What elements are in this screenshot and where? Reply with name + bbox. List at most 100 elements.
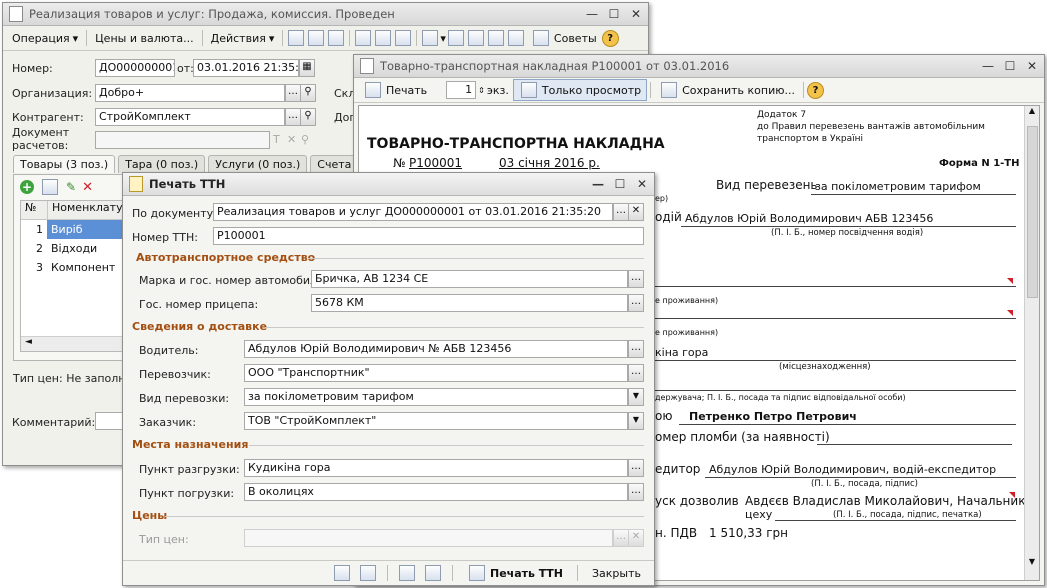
fill-icon[interactable] — [398, 565, 415, 581]
unload-point-label: Пункт разгрузки: — [139, 463, 240, 476]
print-button[interactable]: Печать — [358, 80, 432, 100]
minimize-icon[interactable]: — — [592, 177, 604, 191]
prices-currency-button[interactable]: Цены и валюта... — [90, 30, 198, 47]
settlement-doc-field[interactable] — [95, 131, 270, 149]
structure-icon[interactable] — [308, 30, 325, 46]
save-settings-icon[interactable] — [359, 565, 376, 581]
journal-icon[interactable] — [467, 30, 484, 46]
organization-label: Организация: — [12, 87, 93, 100]
by-document-clear-icon[interactable]: ✕ — [628, 203, 644, 221]
vertical-scrollbar[interactable]: ▲ ▼ — [1024, 106, 1039, 580]
unload-point-select-button[interactable]: … — [628, 459, 644, 477]
delete-row-icon[interactable]: ✕ — [82, 180, 93, 195]
close-icon[interactable]: ✕ — [636, 177, 648, 191]
search-icon[interactable]: ⚲ — [301, 133, 309, 146]
copy-row-icon[interactable] — [42, 179, 58, 195]
close-button[interactable]: Закрыть — [587, 565, 646, 582]
car-field[interactable]: Бричка, АВ 1234 СЕ — [311, 270, 628, 288]
close-icon[interactable]: ✕ — [630, 7, 642, 21]
filter-icon[interactable] — [487, 30, 504, 46]
price-type-clear-icon[interactable]: ✕ — [628, 529, 644, 547]
tab-tare[interactable]: Тара (0 поз.) — [118, 155, 206, 173]
ttn-number-field[interactable]: Р100001 — [213, 227, 644, 245]
transport-type-select[interactable]: за покілометровим тарифом — [244, 388, 628, 406]
trailer-select-button[interactable]: … — [628, 294, 644, 312]
tab-services[interactable]: Услуги (0 поз.) — [208, 155, 308, 173]
help-icon[interactable]: ? — [806, 81, 824, 99]
post-icon[interactable] — [355, 30, 372, 46]
actions-menu[interactable]: Действия ▾ — [206, 30, 280, 47]
place-caption: (місцезнаходження) — [779, 362, 871, 372]
maximize-icon[interactable]: ☐ — [608, 7, 620, 21]
organization-search-icon[interactable]: ⚲ — [300, 84, 316, 102]
table-row[interactable]: 2 Відходи — [21, 239, 136, 258]
carrier-field[interactable]: ООО "Транспортник" — [244, 364, 628, 382]
advice-button[interactable]: Советы — [526, 28, 602, 48]
car-select-button[interactable]: … — [628, 270, 644, 288]
contractor-search-icon[interactable]: ⚲ — [300, 108, 316, 126]
number-field[interactable]: ДО000000001 — [95, 59, 175, 77]
settlement-doc-label-2: расчетов: — [12, 139, 69, 152]
scrollbar-thumb[interactable] — [1027, 126, 1038, 298]
load-point-field[interactable]: В околицях — [244, 483, 628, 501]
rules-text-1: до Правил перевезень вантажів автомобіль… — [757, 122, 985, 132]
table-row[interactable]: 3 Компонент — [21, 258, 136, 277]
row-number: 3 — [36, 261, 43, 274]
driver-field[interactable]: Абдулов Юрій Володимирович № АБВ 123456 — [244, 340, 628, 358]
warning-marker — [1009, 492, 1015, 498]
report-icon[interactable] — [395, 30, 412, 46]
print-ttn-titlebar[interactable]: Печать ТТН — ☐ ✕ — [123, 173, 654, 196]
contractor-select-button[interactable]: … — [285, 108, 301, 126]
sales-window-titlebar[interactable]: Реализация товаров и услуг: Продажа, ком… — [3, 3, 648, 26]
organization-select-button[interactable]: … — [285, 84, 301, 102]
trailer-field[interactable]: 5678 КМ — [311, 294, 628, 312]
customer-select[interactable]: ТОВ "СтройКомплект" — [244, 412, 628, 430]
operation-menu[interactable]: Операция ▾ — [7, 30, 83, 47]
ttn-window-titlebar[interactable]: Товарно-транспортная накладная Р100001 о… — [354, 55, 1044, 78]
print-menu-icon[interactable] — [422, 30, 439, 46]
load-point-select-button[interactable]: … — [628, 483, 644, 501]
price-type-select-button[interactable]: … — [613, 529, 629, 547]
settlement-doc-label-1: Документ — [12, 126, 70, 139]
help-icon[interactable]: ? — [601, 29, 619, 47]
maximize-icon[interactable]: ☐ — [614, 177, 626, 191]
view-only-toggle[interactable]: Только просмотр — [512, 79, 648, 101]
by-document-field[interactable]: Реализация товаров и услуг ДО000000001 о… — [213, 203, 613, 221]
add-row-icon[interactable]: + — [20, 180, 34, 194]
close-icon[interactable]: ✕ — [1026, 59, 1038, 73]
table-row[interactable]: 1 Виріб — [21, 220, 136, 239]
goto-icon[interactable] — [288, 30, 305, 46]
unpost-icon[interactable] — [375, 30, 392, 46]
maximize-icon[interactable]: ☐ — [1004, 59, 1016, 73]
section-vehicle: Автотранспортное средство — [136, 251, 316, 264]
date-field[interactable]: 03.01.2016 21:35:20 — [193, 59, 299, 77]
driver-select-button[interactable]: … — [628, 340, 644, 358]
tab-goods[interactable]: Товары (3 поз.) — [13, 155, 116, 173]
copies-spinner-icon[interactable]: ⇕ — [478, 86, 485, 95]
spell-icon[interactable] — [447, 30, 464, 46]
view-only-label: Только просмотр — [541, 83, 642, 97]
transport-type-dropdown-icon[interactable]: ▼ — [628, 388, 644, 406]
edit-row-icon[interactable]: ✎ — [66, 180, 76, 194]
carrier-select-button[interactable]: … — [628, 364, 644, 382]
customer-dropdown-icon[interactable]: ▼ — [628, 412, 644, 430]
organization-field[interactable]: Добро+ — [95, 84, 285, 102]
contractor-field[interactable]: СтройКомплект — [95, 108, 285, 126]
move-up-icon[interactable] — [333, 565, 350, 581]
receiver-value: Петренко Петро Петрович — [689, 410, 857, 423]
minimize-icon[interactable]: — — [586, 7, 598, 21]
save-copy-button[interactable]: Сохранить копию... — [654, 80, 800, 100]
clear-icon[interactable]: ✕ — [287, 133, 296, 146]
copies-input[interactable]: 1 — [446, 81, 477, 99]
text-icon[interactable]: T — [273, 133, 280, 146]
minimize-icon[interactable]: — — [982, 59, 994, 73]
copy-icon[interactable] — [328, 30, 345, 46]
price-type-field[interactable] — [244, 529, 613, 547]
checklist-icon[interactable] — [507, 30, 524, 46]
restore-icon[interactable] — [424, 565, 441, 581]
horizontal-scrollbar[interactable]: ◄ — [21, 336, 136, 351]
by-document-select-button[interactable]: … — [613, 203, 629, 221]
unload-point-field[interactable]: Кудикіна гора — [244, 459, 628, 477]
print-ttn-button[interactable]: Печать ТТН — [462, 563, 568, 583]
calendar-icon[interactable]: ▦ — [299, 59, 315, 77]
